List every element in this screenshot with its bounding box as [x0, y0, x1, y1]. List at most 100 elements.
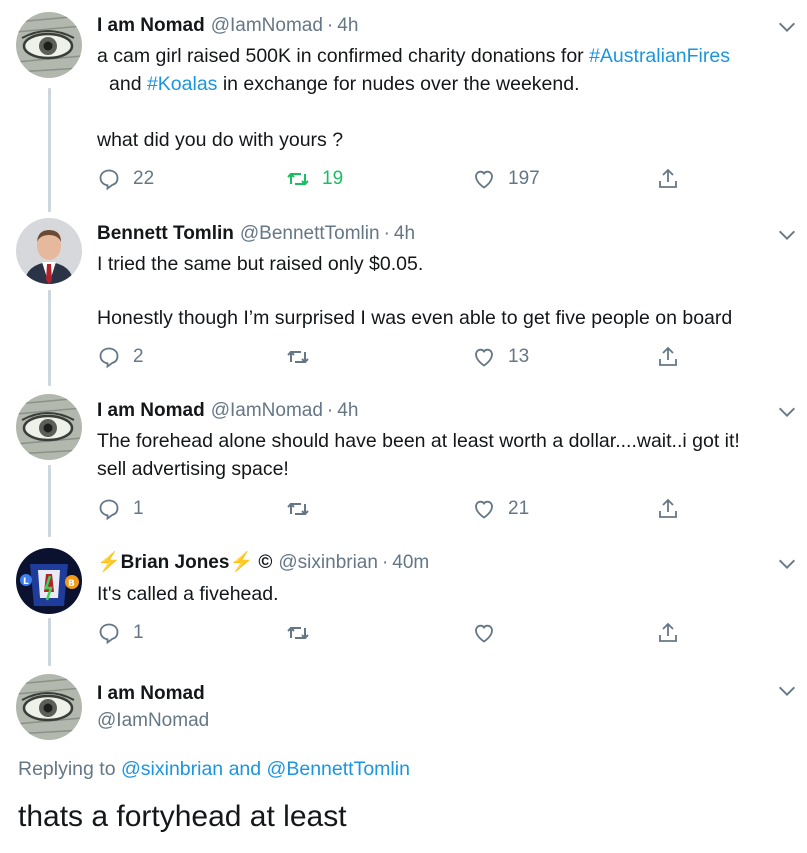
reply-count: 1 — [133, 498, 144, 519]
tweet-line: and #Koalas in exchange for nudes over t… — [97, 70, 787, 98]
user-handle[interactable]: @BennettTomlin — [240, 223, 380, 244]
avatar[interactable] — [16, 12, 82, 78]
avatar[interactable] — [16, 394, 82, 460]
separator-dot: · — [326, 400, 334, 421]
chevron-down-icon[interactable] — [776, 16, 798, 38]
share-icon — [659, 168, 677, 188]
mention-link[interactable]: @sixinbrian — [121, 758, 223, 780]
timestamp[interactable]: 4h — [337, 15, 358, 36]
retweet-icon — [287, 627, 309, 639]
reply-button[interactable]: 22 — [97, 166, 154, 192]
reply-icon — [99, 169, 119, 191]
retweet-button[interactable] — [286, 496, 310, 522]
replying-to-label: Replying to — [18, 758, 116, 780]
like-count: 197 — [508, 168, 540, 189]
user-handle[interactable]: @sixinbrian — [278, 552, 378, 573]
separator-dot: · — [383, 223, 390, 244]
lightning-icon: ⚡ — [97, 552, 121, 573]
like-button[interactable] — [472, 620, 496, 646]
chevron-down-icon[interactable] — [776, 680, 798, 702]
tweet-text: I tried the same but raised only $0.05. … — [97, 250, 787, 332]
tweet-text: a cam girl raised 500K in confirmed char… — [97, 42, 787, 154]
tweet-header: Bennett Tomlin @BennettTomlin · 4h — [97, 222, 415, 246]
timestamp[interactable]: 40m — [392, 552, 429, 573]
like-count: 13 — [508, 346, 530, 367]
retweet-icon — [287, 173, 309, 185]
share-button[interactable] — [656, 496, 680, 522]
retweet-count: 19 — [322, 168, 344, 189]
display-name[interactable]: Bennett Tomlin — [97, 223, 234, 244]
svg-text:L: L — [23, 577, 29, 587]
timestamp[interactable]: 4h — [337, 400, 358, 421]
user-handle[interactable]: @IamNomad — [211, 400, 323, 421]
main-tweet-name: I am Nomad — [97, 682, 205, 706]
avatar[interactable] — [16, 674, 82, 740]
share-icon — [659, 498, 677, 518]
tweet-line: It's called a fivehead. — [97, 583, 279, 605]
reply-count: 1 — [133, 622, 144, 643]
tweet-line: a cam girl raised 500K in confirmed char… — [97, 42, 787, 70]
tweet-header: I am Nomad @IamNomad · 4h — [97, 399, 358, 423]
text-span: a cam girl raised 500K in confirmed char… — [97, 45, 590, 67]
share-button[interactable] — [656, 166, 680, 192]
main-tweet-text: thats a fortyhead at least — [18, 800, 347, 833]
user-handle[interactable]: @IamNomad — [211, 15, 323, 36]
like-button[interactable]: 197 — [472, 166, 540, 192]
tweet-header: ⚡Brian Jones⚡ © @sixinbrian · 40m — [97, 551, 429, 575]
share-button[interactable] — [656, 344, 680, 370]
thread-line — [48, 618, 51, 666]
reply-count: 22 — [133, 168, 155, 189]
tweet-line: sell advertising space! — [97, 458, 289, 480]
and-word: and — [228, 758, 262, 780]
avatar[interactable]: L B — [16, 548, 82, 614]
avatar[interactable] — [16, 218, 82, 284]
retweet-icon — [287, 351, 309, 363]
chevron-down-icon[interactable] — [776, 553, 798, 575]
chevron-down-icon[interactable] — [776, 224, 798, 246]
mention-link[interactable]: @BennettTomlin — [267, 758, 410, 780]
like-button[interactable]: 21 — [472, 496, 529, 522]
display-name[interactable]: I am Nomad — [97, 683, 205, 704]
separator-dot: · — [381, 552, 389, 573]
tweet-line: I tried the same but raised only $0.05. — [97, 253, 424, 275]
tweet-text: The forehead alone should have been at l… — [97, 427, 787, 483]
retweet-icon — [287, 503, 309, 515]
like-icon — [475, 348, 493, 367]
user-handle[interactable]: @IamNomad — [97, 710, 209, 731]
chevron-down-icon[interactable] — [776, 401, 798, 423]
thread-line — [48, 465, 51, 537]
tweet-text: It's called a fivehead. — [97, 580, 787, 608]
display-name[interactable]: I am Nomad — [97, 15, 205, 36]
like-count: 21 — [508, 498, 530, 519]
hashtag-link[interactable]: #AustralianFires — [589, 45, 730, 67]
separator-dot: · — [326, 15, 334, 36]
text-span: in exchange for nudes over the weekend. — [217, 73, 580, 95]
reply-count: 2 — [133, 346, 144, 367]
hashtag-link[interactable]: #Koalas — [147, 73, 217, 95]
thread-line — [48, 290, 51, 386]
share-button[interactable] — [656, 620, 680, 646]
reply-icon — [99, 347, 119, 369]
share-icon — [659, 622, 677, 642]
retweet-button[interactable] — [286, 620, 310, 646]
timestamp[interactable]: 4h — [394, 223, 415, 244]
retweet-button[interactable]: 19 — [286, 166, 343, 192]
copyright-mark: © — [258, 552, 273, 573]
lightning-icon: ⚡ — [229, 552, 254, 573]
reply-button[interactable]: 2 — [97, 344, 144, 370]
tweet-line: Honestly though I’m surprised I was even… — [97, 307, 733, 329]
reply-button[interactable]: 1 — [97, 496, 144, 522]
like-button[interactable]: 13 — [472, 344, 529, 370]
tweet-line: what did you do with yours ? — [97, 129, 344, 151]
reply-icon — [99, 623, 119, 645]
display-name[interactable]: Brian Jones — [121, 552, 230, 573]
svg-text:B: B — [68, 579, 75, 589]
tweet-header: I am Nomad @IamNomad · 4h — [97, 14, 358, 38]
reply-button[interactable]: 1 — [97, 620, 144, 646]
thread-line — [48, 88, 51, 212]
display-name[interactable]: I am Nomad — [97, 400, 205, 421]
text-span: and — [109, 73, 147, 95]
retweet-button[interactable] — [286, 344, 310, 370]
like-icon — [475, 170, 493, 189]
like-icon — [475, 500, 493, 519]
